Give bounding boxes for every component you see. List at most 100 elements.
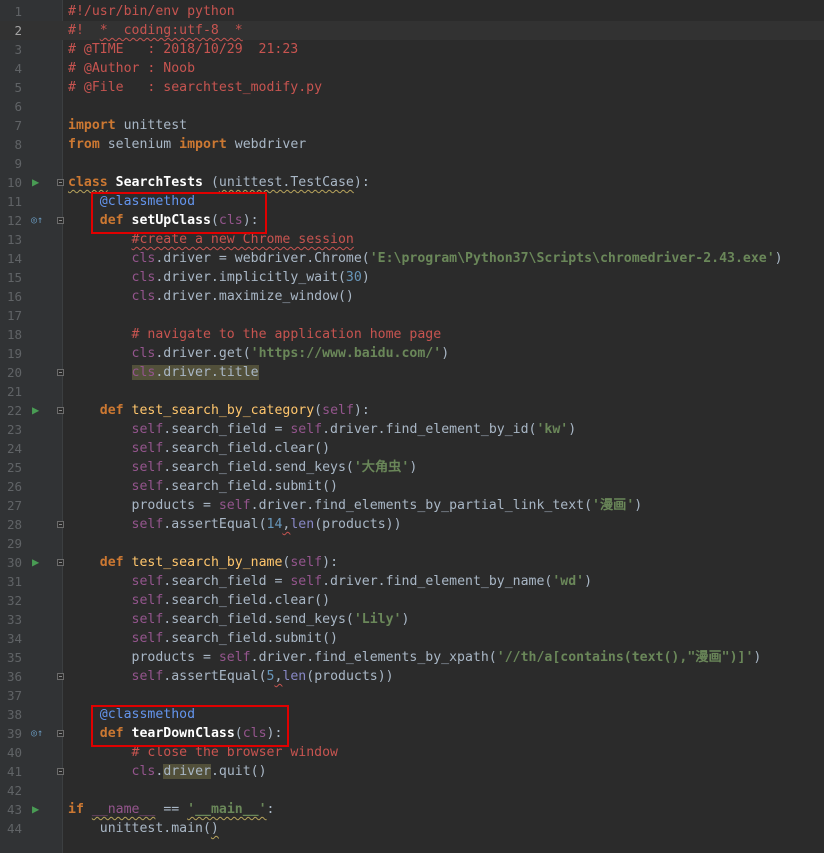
- fold-toggle-icon[interactable]: [57, 768, 64, 775]
- line-number[interactable]: 24: [0, 439, 22, 458]
- code-text[interactable]: if __name__ == '__main__':: [68, 800, 275, 819]
- code-line[interactable]: 3 # @TIME : 2018/10/29 21:23: [0, 40, 824, 59]
- code-line[interactable]: 2 #! * coding:utf-8 *: [0, 21, 824, 40]
- code-line[interactable]: 7 import unittest: [0, 116, 824, 135]
- code-line[interactable]: 4 # @Author : Noob: [0, 59, 824, 78]
- line-number[interactable]: 10: [0, 173, 22, 192]
- code-text[interactable]: self.assertEqual(14,len(products)): [68, 515, 402, 534]
- line-number[interactable]: 25: [0, 458, 22, 477]
- code-line[interactable]: 43 ▶ if __name__ == '__main__':: [0, 800, 824, 819]
- code-text[interactable]: cls.driver.quit(): [68, 762, 267, 781]
- line-number[interactable]: 7: [0, 116, 22, 135]
- line-number[interactable]: 14: [0, 249, 22, 268]
- line-number[interactable]: 28: [0, 515, 22, 534]
- run-icon[interactable]: ▶: [32, 173, 39, 192]
- line-number[interactable]: 35: [0, 648, 22, 667]
- line-number[interactable]: 15: [0, 268, 22, 287]
- code-text[interactable]: self.assertEqual(5,len(products)): [68, 667, 394, 686]
- line-number[interactable]: 18: [0, 325, 22, 344]
- code-text[interactable]: self.search_field.send_keys('大角虫'): [68, 458, 418, 477]
- code-text[interactable]: import unittest: [68, 116, 187, 135]
- line-number[interactable]: 40: [0, 743, 22, 762]
- line-number[interactable]: 22: [0, 401, 22, 420]
- code-line[interactable]: 36 self.assertEqual(5,len(products)): [0, 667, 824, 686]
- run-icon[interactable]: ▶: [32, 800, 39, 819]
- code-text[interactable]: self.search_field.submit(): [68, 629, 338, 648]
- line-number[interactable]: 1: [0, 2, 22, 21]
- code-line[interactable]: 32 self.search_field.clear(): [0, 591, 824, 610]
- code-text[interactable]: self.search_field.submit(): [68, 477, 338, 496]
- code-line[interactable]: 27 products = self.driver.find_elements_…: [0, 496, 824, 515]
- line-number[interactable]: 21: [0, 382, 22, 401]
- code-line[interactable]: 25 self.search_field.send_keys('大角虫'): [0, 458, 824, 477]
- line-number[interactable]: 23: [0, 420, 22, 439]
- code-line[interactable]: 20 cls.driver.title: [0, 363, 824, 382]
- code-text[interactable]: cls.driver.get('https://www.baidu.com/'): [68, 344, 450, 363]
- line-number[interactable]: 27: [0, 496, 22, 515]
- line-number[interactable]: 29: [0, 534, 22, 553]
- fold-toggle-icon[interactable]: [57, 673, 64, 680]
- code-line[interactable]: 41 cls.driver.quit(): [0, 762, 824, 781]
- line-number[interactable]: 31: [0, 572, 22, 591]
- line-number[interactable]: 26: [0, 477, 22, 496]
- code-line[interactable]: 22 ▶ def test_search_by_category(self):: [0, 401, 824, 420]
- code-text[interactable]: cls.driver.implicitly_wait(30): [68, 268, 370, 287]
- code-line[interactable]: 16 cls.driver.maximize_window(): [0, 287, 824, 306]
- code-text[interactable]: self.search_field.clear(): [68, 439, 331, 458]
- fold-toggle-icon[interactable]: [57, 407, 64, 414]
- code-line[interactable]: 29: [0, 534, 824, 553]
- code-line[interactable]: 6: [0, 97, 824, 116]
- line-number[interactable]: 33: [0, 610, 22, 629]
- line-number[interactable]: 42: [0, 781, 22, 800]
- code-line[interactable]: 33 self.search_field.send_keys('Lily'): [0, 610, 824, 629]
- code-text[interactable]: self.search_field = self.driver.find_ele…: [68, 572, 593, 591]
- code-line[interactable]: 18 # navigate to the application home pa…: [0, 325, 824, 344]
- code-text[interactable]: cls.driver = webdriver.Chrome('E:\progra…: [68, 249, 783, 268]
- code-text[interactable]: cls.driver.maximize_window(): [68, 287, 354, 306]
- code-line[interactable]: 5 # @File : searchtest_modify.py: [0, 78, 824, 97]
- code-text[interactable]: #! * coding:utf-8 *: [68, 21, 243, 40]
- line-number[interactable]: 6: [0, 97, 22, 116]
- code-text[interactable]: from selenium import webdriver: [68, 135, 306, 154]
- code-text[interactable]: def test_search_by_name(self):: [68, 553, 338, 572]
- code-text[interactable]: # @File : searchtest_modify.py: [68, 78, 322, 97]
- line-number[interactable]: 11: [0, 192, 22, 211]
- code-line[interactable]: 17: [0, 306, 824, 325]
- line-number[interactable]: 12: [0, 211, 22, 230]
- code-text[interactable]: #!/usr/bin/env python: [68, 2, 235, 21]
- override-method-icon[interactable]: ◎↑: [31, 211, 43, 230]
- line-number[interactable]: 13: [0, 230, 22, 249]
- line-number[interactable]: 17: [0, 306, 22, 325]
- line-number[interactable]: 39: [0, 724, 22, 743]
- code-text[interactable]: # navigate to the application home page: [68, 325, 442, 344]
- line-number[interactable]: 44: [0, 819, 22, 838]
- code-line[interactable]: 24 self.search_field.clear(): [0, 439, 824, 458]
- run-icon[interactable]: ▶: [32, 401, 39, 420]
- line-number[interactable]: 16: [0, 287, 22, 306]
- code-text[interactable]: products = self.driver.find_elements_by_…: [68, 648, 762, 667]
- line-number[interactable]: 9: [0, 154, 22, 173]
- line-number[interactable]: 30: [0, 553, 22, 572]
- code-text[interactable]: cls.driver.title: [68, 363, 259, 382]
- code-line[interactable]: 26 self.search_field.submit(): [0, 477, 824, 496]
- fold-toggle-icon[interactable]: [57, 179, 64, 186]
- code-line[interactable]: 44 unittest.main(): [0, 819, 824, 838]
- code-text[interactable]: class SearchTests (unittest.TestCase):: [68, 173, 370, 192]
- code-line[interactable]: 10 ▶ class SearchTests (unittest.TestCase)…: [0, 173, 824, 192]
- code-text[interactable]: unittest.main(): [68, 819, 219, 838]
- line-number[interactable]: 8: [0, 135, 22, 154]
- line-number[interactable]: 4: [0, 59, 22, 78]
- fold-toggle-icon[interactable]: [57, 730, 64, 737]
- line-number[interactable]: 36: [0, 667, 22, 686]
- code-text[interactable]: products = self.driver.find_elements_by_…: [68, 496, 643, 515]
- code-editor[interactable]: 1 #!/usr/bin/env python 2 #! * coding:utf-8…: [0, 0, 824, 853]
- code-text[interactable]: self.search_field = self.driver.find_ele…: [68, 420, 577, 439]
- code-line[interactable]: 35 products = self.driver.find_elements_…: [0, 648, 824, 667]
- override-method-icon[interactable]: ◎↑: [31, 724, 43, 743]
- code-line[interactable]: 19 cls.driver.get('https://www.baidu.com…: [0, 344, 824, 363]
- code-text[interactable]: # @Author : Noob: [68, 59, 195, 78]
- code-line[interactable]: 15 cls.driver.implicitly_wait(30): [0, 268, 824, 287]
- line-number[interactable]: 2: [0, 21, 22, 40]
- code-text[interactable]: self.search_field.send_keys('Lily'): [68, 610, 410, 629]
- run-icon[interactable]: ▶: [32, 553, 39, 572]
